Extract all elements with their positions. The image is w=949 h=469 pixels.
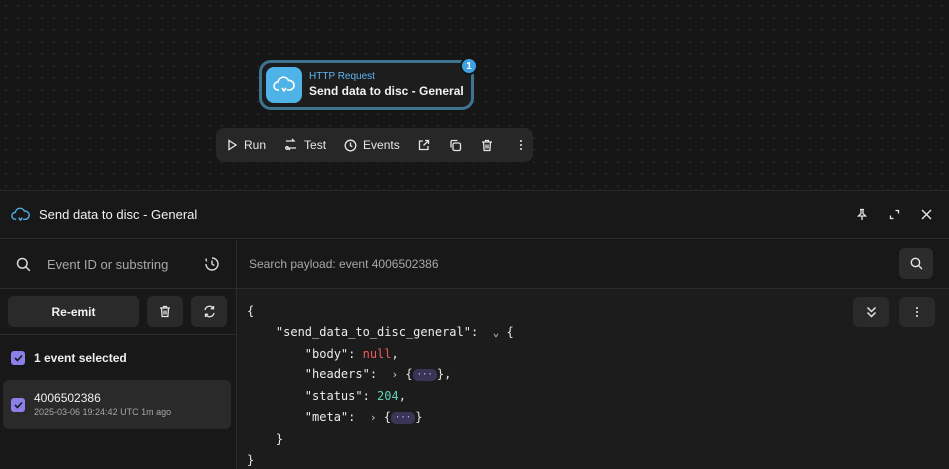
chevron-right-icon[interactable]: › (392, 368, 399, 381)
collapsed-ellipsis[interactable]: ··· (390, 411, 416, 424)
run-button[interactable]: Run (226, 133, 266, 157)
reemit-button[interactable]: Re-emit (8, 296, 139, 327)
http-request-node[interactable]: HTTP Request Send data to disc - General… (259, 57, 478, 110)
chevron-down-icon[interactable]: ⌄ (493, 326, 500, 339)
selection-summary: 1 event selected (0, 335, 236, 380)
node-type-label: HTTP Request (309, 71, 375, 82)
run-label: Run (244, 138, 267, 152)
export-icon[interactable] (412, 133, 436, 157)
json-close-brace: } (247, 452, 255, 467)
list-item[interactable]: 4006502386 2025-03-06 19:24:42 UTC 1m ag… (3, 380, 231, 429)
event-search (0, 240, 236, 289)
json-key-headers: "headers" (304, 367, 370, 382)
double-chevron-down-icon (866, 306, 876, 318)
collapsed-ellipsis[interactable]: ··· (412, 369, 437, 382)
json-key-status: "status" (304, 389, 363, 404)
check-icon (13, 401, 23, 409)
json-key-root: "send_data_to_disc_general" (275, 324, 471, 339)
payload-view: { "send_data_to_disc_general": ⌄ { "body… (237, 240, 949, 469)
refresh-icon (203, 305, 215, 318)
refresh-button[interactable] (191, 296, 227, 327)
select-all-checkbox[interactable] (11, 350, 25, 365)
json-value-status: 204 (377, 389, 399, 404)
json-value-body: null (362, 346, 392, 361)
delete-events-button[interactable] (147, 296, 183, 327)
play-icon (228, 139, 238, 151)
chevron-right-icon[interactable]: › (370, 411, 377, 424)
workflow-canvas[interactable]: HTTP Request Send data to disc - General… (0, 0, 949, 191)
history-icon[interactable] (204, 256, 220, 277)
event-timestamp: 2025-03-06 19:24:42 UTC 1m ago (34, 406, 172, 417)
check-icon (13, 354, 23, 362)
test-button[interactable]: Test (284, 133, 326, 157)
search-icon (16, 257, 31, 271)
event-search-input[interactable] (47, 256, 187, 272)
event-checkbox[interactable] (11, 397, 25, 412)
pin-icon[interactable] (853, 205, 871, 223)
event-id: 4006502386 (34, 390, 101, 405)
selected-count-label: 1 event selected (34, 350, 127, 365)
collapse-all-button[interactable] (853, 297, 889, 327)
payload-search-button[interactable] (899, 248, 933, 279)
json-key-meta: "meta" (304, 409, 349, 424)
event-count-badge: 1 (460, 57, 478, 75)
expand-icon[interactable] (885, 205, 903, 223)
clock-icon (344, 139, 357, 151)
payload-search-input[interactable] (249, 257, 549, 271)
node-toolbar: Run Test Events (216, 128, 533, 162)
panel-title: Send data to disc - General (39, 207, 198, 222)
json-open-brace: { (247, 304, 255, 318)
trash-icon (160, 305, 170, 318)
events-label: Events (363, 138, 400, 152)
json-key-body: "body" (304, 346, 349, 361)
json-inner-close: } (275, 431, 284, 446)
test-icon (285, 138, 297, 151)
cloud-icon (266, 67, 302, 103)
events-button[interactable]: Events (344, 133, 400, 157)
more-options-icon[interactable] (509, 133, 533, 157)
json-viewer: { "send_data_to_disc_general": ⌄ { "body… (237, 289, 949, 469)
duplicate-icon[interactable] (444, 133, 468, 157)
search-icon (910, 257, 922, 270)
event-actions: Re-emit (0, 289, 236, 335)
payload-search (237, 240, 949, 289)
more-options-icon (916, 307, 918, 317)
trash-icon[interactable] (475, 133, 499, 157)
event-panel-header: Send data to disc - General (0, 191, 949, 239)
node-title: Send data to disc - General (309, 84, 464, 98)
events-sidebar: Re-emit 1 event selected 4006502386 2025… (0, 240, 237, 469)
test-label: Test (304, 138, 327, 152)
json-more-button[interactable] (899, 297, 935, 327)
cloud-icon (11, 207, 30, 221)
close-icon[interactable] (917, 205, 935, 223)
